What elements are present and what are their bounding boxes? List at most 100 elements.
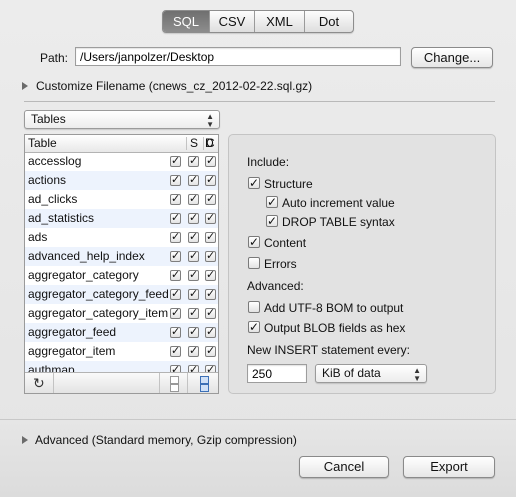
- advanced-disclosure-icon[interactable]: [22, 436, 28, 444]
- table-row[interactable]: aggregator_feed ✓ ✓ ✓: [25, 323, 218, 342]
- table-name: aggregator_feed: [28, 325, 117, 339]
- row-content-checkbox[interactable]: ✓: [188, 213, 199, 224]
- toggle-none-content-icon[interactable]: [200, 384, 209, 392]
- column-divider: [203, 137, 204, 150]
- tab-xml[interactable]: XML: [254, 11, 304, 32]
- utf8-bom-label: Add UTF-8 BOM to output: [264, 301, 404, 315]
- row-data-checkbox[interactable]: ✓: [205, 175, 216, 186]
- table-row[interactable]: actions ✓ ✓ ✓: [25, 171, 218, 190]
- row-structure-checkbox[interactable]: ✓: [170, 232, 181, 243]
- auto-increment-checkbox[interactable]: ✓: [266, 196, 278, 208]
- export-dialog: SQL CSV XML Dot Path: Change... Customiz…: [0, 0, 516, 497]
- source-popup-value: Tables: [31, 112, 66, 126]
- row-structure-checkbox[interactable]: ✓: [170, 156, 181, 167]
- popup-arrows-icon: ▲ ▼: [206, 112, 214, 129]
- row-content-checkbox[interactable]: ✓: [188, 308, 199, 319]
- path-label: Path:: [40, 51, 69, 65]
- path-field[interactable]: [75, 47, 401, 66]
- column-header-data-label[interactable]: D: [205, 136, 214, 150]
- insert-unit-popup[interactable]: KiB of data ▲ ▼: [315, 364, 427, 383]
- column-header-table[interactable]: Table: [28, 136, 57, 150]
- table-row[interactable]: advanced_help_index ✓ ✓ ✓: [25, 247, 218, 266]
- row-data-checkbox[interactable]: ✓: [205, 270, 216, 281]
- row-structure-checkbox[interactable]: ✓: [170, 289, 181, 300]
- row-content-checkbox[interactable]: ✓: [188, 175, 199, 186]
- table-row[interactable]: ads ✓ ✓ ✓: [25, 228, 218, 247]
- table-name: accesslog: [28, 154, 82, 168]
- row-structure-checkbox[interactable]: ✓: [170, 308, 181, 319]
- row-structure-checkbox[interactable]: ✓: [170, 251, 181, 262]
- row-content-checkbox[interactable]: ✓: [188, 194, 199, 205]
- table-row[interactable]: accesslog ✓ ✓ ✓: [25, 152, 218, 171]
- structure-checkbox[interactable]: ✓: [248, 177, 260, 189]
- row-content-checkbox[interactable]: ✓: [188, 270, 199, 281]
- cancel-button[interactable]: Cancel: [299, 456, 389, 478]
- row-data-checkbox[interactable]: ✓: [205, 289, 216, 300]
- row-data-checkbox[interactable]: ✓: [205, 251, 216, 262]
- insert-every-field[interactable]: [247, 364, 307, 383]
- row-content-checkbox[interactable]: ✓: [188, 346, 199, 357]
- table-name: aggregator_category: [28, 268, 139, 282]
- tables-list-header: Table S C D: [25, 135, 218, 153]
- column-divider: [186, 137, 187, 150]
- source-popup[interactable]: Tables ▲ ▼: [24, 110, 220, 129]
- row-data-checkbox[interactable]: ✓: [205, 327, 216, 338]
- table-name: advanced_help_index: [28, 249, 145, 263]
- table-row[interactable]: aggregator_category_feed ✓ ✓ ✓: [25, 285, 218, 304]
- advanced-disclosure-label[interactable]: Advanced (Standard memory, Gzip compress…: [35, 433, 297, 447]
- row-content-checkbox[interactable]: ✓: [188, 156, 199, 167]
- row-content-checkbox[interactable]: ✓: [188, 251, 199, 262]
- advanced-label: Advanced:: [247, 279, 304, 293]
- toggle-all-structure-icon[interactable]: [170, 376, 179, 384]
- table-row[interactable]: ad_clicks ✓ ✓ ✓: [25, 190, 218, 209]
- row-data-checkbox[interactable]: ✓: [205, 346, 216, 357]
- table-row[interactable]: aggregator_category_item ✓ ✓ ✓: [25, 304, 218, 323]
- row-data-checkbox[interactable]: ✓: [205, 194, 216, 205]
- row-structure-checkbox[interactable]: ✓: [170, 270, 181, 281]
- tab-dot[interactable]: Dot: [304, 11, 353, 32]
- table-row[interactable]: aggregator_category ✓ ✓ ✓: [25, 266, 218, 285]
- row-content-checkbox[interactable]: ✓: [188, 327, 199, 338]
- footer-divider: [53, 373, 54, 393]
- table-name: aggregator_category_item: [28, 306, 169, 320]
- row-data-checkbox[interactable]: ✓: [205, 308, 216, 319]
- row-content-checkbox[interactable]: ✓: [188, 232, 199, 243]
- insert-unit-value: KiB of data: [322, 366, 381, 380]
- utf8-bom-checkbox[interactable]: [248, 301, 260, 313]
- table-name: ads: [28, 230, 48, 244]
- row-data-checkbox[interactable]: ✓: [205, 213, 216, 224]
- drop-table-checkbox[interactable]: ✓: [266, 215, 278, 227]
- export-button[interactable]: Export: [403, 456, 495, 478]
- row-content-checkbox[interactable]: ✓: [188, 289, 199, 300]
- include-label: Include:: [247, 155, 290, 169]
- insert-every-label: New INSERT statement every:: [247, 343, 410, 357]
- row-structure-checkbox[interactable]: ✓: [170, 213, 181, 224]
- row-structure-checkbox[interactable]: ✓: [170, 346, 181, 357]
- refresh-icon[interactable]: ↻: [33, 375, 45, 392]
- row-data-checkbox[interactable]: ✓: [205, 156, 216, 167]
- toggle-all-content-icon[interactable]: [200, 376, 209, 384]
- row-structure-checkbox[interactable]: ✓: [170, 327, 181, 338]
- toggle-none-structure-icon[interactable]: [170, 384, 179, 392]
- change-path-button[interactable]: Change...: [411, 47, 493, 68]
- row-structure-checkbox[interactable]: ✓: [170, 175, 181, 186]
- format-segmented-control: SQL CSV XML Dot: [162, 10, 354, 33]
- tab-csv[interactable]: CSV: [209, 11, 254, 32]
- table-name: actions: [28, 173, 67, 187]
- table-name: aggregator_category_feed: [28, 287, 169, 301]
- column-header-structure[interactable]: S: [190, 136, 198, 150]
- divider: [24, 101, 495, 102]
- tables-list-footer: ↻: [25, 372, 218, 393]
- content-label: Content: [264, 236, 307, 250]
- disclosure-triangle-icon[interactable]: [22, 82, 28, 90]
- table-row[interactable]: ad_statistics ✓ ✓ ✓: [25, 209, 218, 228]
- blob-hex-checkbox[interactable]: ✓: [248, 321, 260, 333]
- row-data-checkbox[interactable]: ✓: [205, 232, 216, 243]
- row-structure-checkbox[interactable]: ✓: [170, 194, 181, 205]
- table-name: aggregator_item: [28, 344, 116, 358]
- customize-filename-label[interactable]: Customize Filename (cnews_cz_2012-02-22.…: [36, 79, 312, 93]
- table-row[interactable]: aggregator_item ✓ ✓ ✓: [25, 342, 218, 361]
- tab-sql[interactable]: SQL: [163, 11, 209, 32]
- errors-checkbox[interactable]: [248, 257, 260, 269]
- content-checkbox[interactable]: ✓: [248, 236, 260, 248]
